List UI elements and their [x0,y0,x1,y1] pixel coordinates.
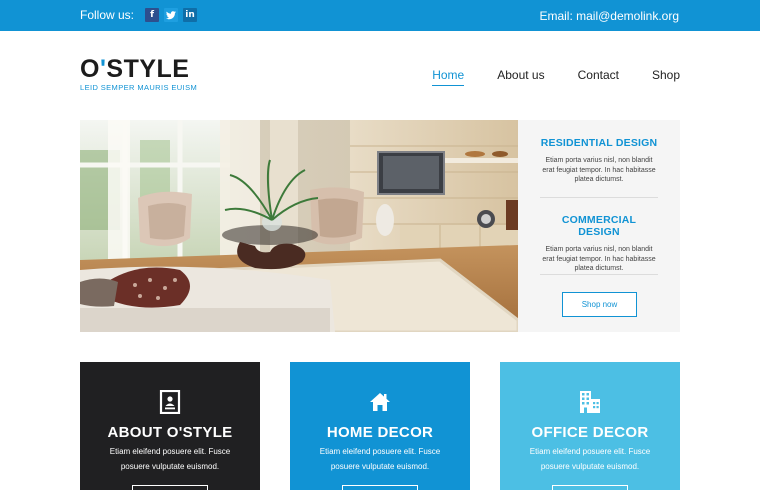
site-logo[interactable]: O'STYLE LEID SEMPER MAURIS EUISM [80,56,197,92]
feature-home-decor: HOME DECOR Etiam eleifend posuere elit. … [290,362,470,490]
profile-card-icon [159,390,181,414]
nav-home[interactable]: Home [432,68,465,86]
service-title[interactable]: COMMERCIAL DESIGN [540,214,658,238]
feature-text: Etiam eleifend posuere elit. Fusce posue… [529,447,651,471]
nav-contact[interactable]: Contact [578,68,619,86]
facebook-icon[interactable]: f [145,8,160,22]
logo-tagline: LEID SEMPER MAURIS EUISM [80,83,198,92]
divider [540,197,658,198]
shop-now-button[interactable]: Shop now [562,292,637,317]
nav-about[interactable]: About us [497,68,544,86]
feature-title: ABOUT O'STYLE [107,424,233,441]
service-description: Etiam porta varius nisl, non blandit era… [542,157,656,183]
feature-office-decor: OFFICE DECOR Etiam eleifend posuere elit… [500,362,680,490]
follow-label: Follow us: [80,8,135,22]
service-residential: RESIDENTIAL DESIGN Etiam porta varius ni… [540,137,658,185]
divider [540,274,658,275]
living-room-photo [80,120,518,332]
contact-email[interactable]: Email: mail@demolink.org [539,9,679,23]
twitter-icon[interactable] [164,8,179,22]
office-building-icon [580,391,600,413]
service-commercial: COMMERCIAL DESIGN Etiam porta varius nis… [540,214,658,274]
read-more-button[interactable] [552,485,628,490]
service-title[interactable]: RESIDENTIAL DESIGN [540,137,658,149]
nav-shop[interactable]: Shop [652,68,680,86]
feature-title: HOME DECOR [326,424,434,441]
feature-text: Etiam eleifend posuere elit. Fusce posue… [109,447,231,471]
feature-text: Etiam eleifend posuere elit. Fusce posue… [319,447,441,471]
home-icon [370,393,390,411]
follow-us: Follow us: f in [80,8,198,22]
logo-wordmark: O'STYLE [80,55,190,83]
hero-section: RESIDENTIAL DESIGN Etiam porta varius ni… [80,120,680,332]
feature-title: OFFICE DECOR [531,424,649,441]
top-bar: Follow us: f in Email: mail@demolink.org [0,0,760,31]
main-nav: Home About us Contact Shop [399,68,680,86]
read-more-button[interactable] [342,485,418,490]
service-description: Etiam porta varius nisl, non blandit era… [542,246,656,272]
linkedin-icon[interactable]: in [183,8,198,22]
services-panel: RESIDENTIAL DESIGN Etiam porta varius ni… [518,120,680,332]
read-more-button[interactable] [132,485,208,490]
feature-about: ABOUT O'STYLE Etiam eleifend posuere eli… [80,362,260,490]
